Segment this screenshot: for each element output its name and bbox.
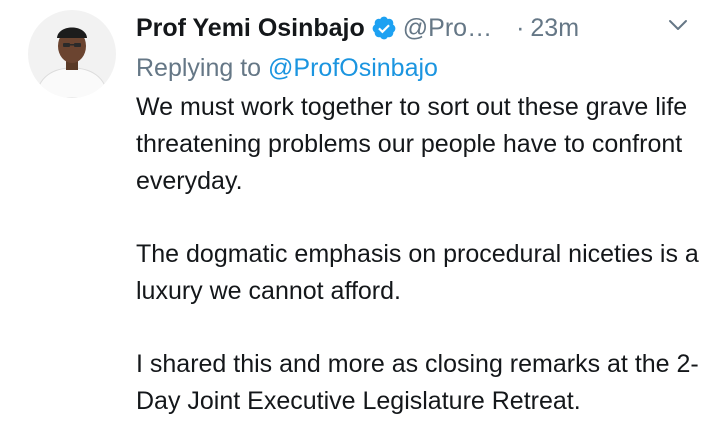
author-handle[interactable]: @Pro… [403, 8, 492, 48]
replying-to-label: Replying to [136, 54, 262, 82]
avatar[interactable] [28, 10, 116, 98]
replying-to: Replying to @ProfOsinbajo [136, 48, 438, 88]
tweet-header: Prof Yemi Osinbajo @Pro… · 23m [136, 8, 696, 48]
tweet-paragraph: The dogmatic emphasis on procedural nice… [136, 240, 699, 305]
separator-dot: · [516, 14, 525, 42]
tweet-paragraph: I shared this and more as closing remark… [136, 350, 699, 415]
tweet-text: We must work together to sort out these … [136, 89, 706, 420]
display-name[interactable]: Prof Yemi Osinbajo [136, 8, 365, 48]
tweet-paragraph: We must work together to sort out these … [136, 93, 688, 195]
chevron-down-icon[interactable] [668, 18, 688, 32]
replying-to-handle[interactable]: @ProfOsinbajo [268, 54, 438, 82]
timestamp[interactable]: 23m [530, 8, 579, 48]
verified-badge-icon [371, 8, 397, 48]
